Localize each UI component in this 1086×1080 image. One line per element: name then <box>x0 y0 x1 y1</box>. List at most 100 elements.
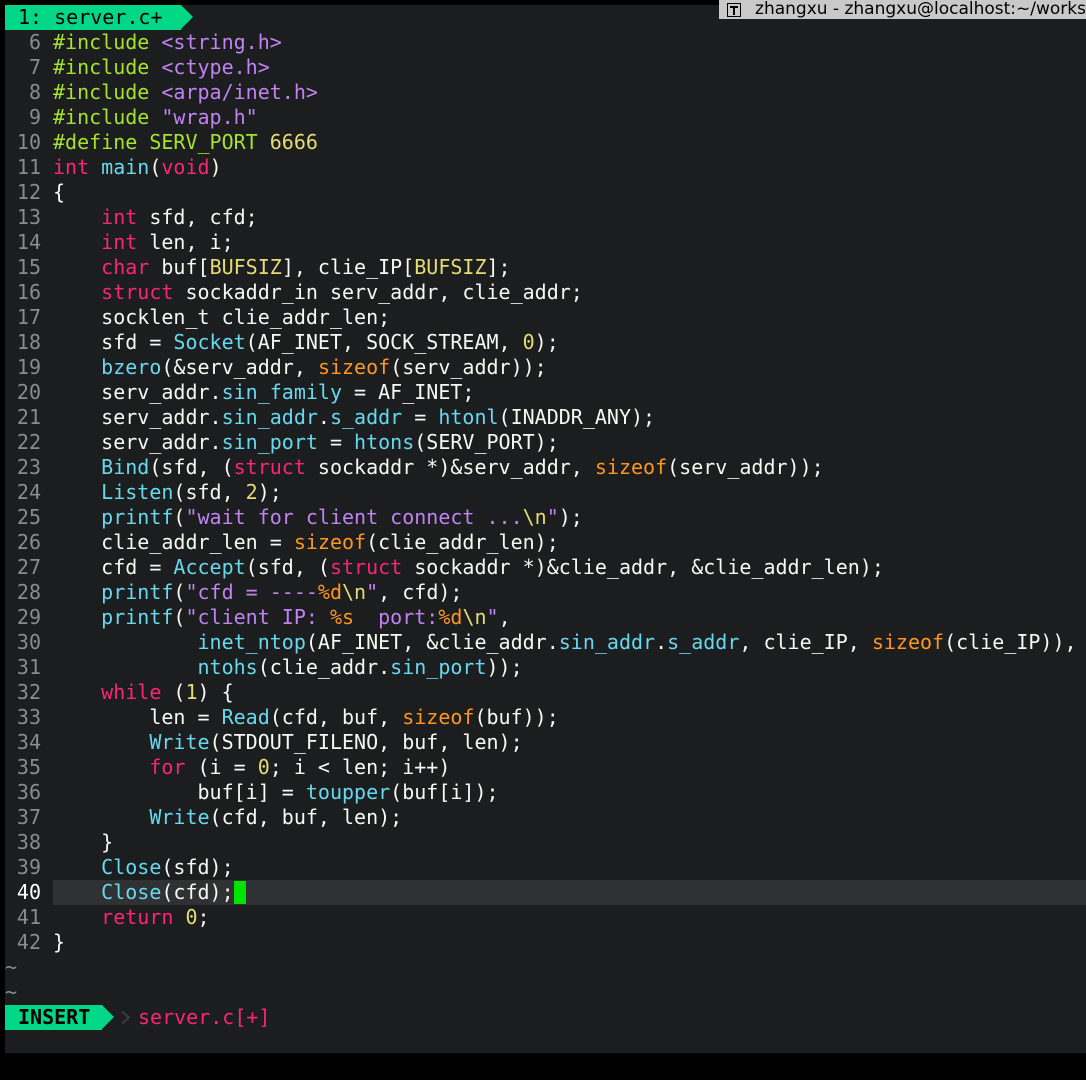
code-line[interactable]: 36 buf[i] = toupper(buf[i]); <box>5 780 1086 805</box>
code-line[interactable]: 19 bzero(&serv_addr, sizeof(serv_addr)); <box>5 355 1086 380</box>
code-text[interactable]: #include "wrap.h" <box>53 105 258 130</box>
code-text[interactable]: } <box>53 930 65 955</box>
code-line[interactable]: 24 Listen(sfd, 2); <box>5 480 1086 505</box>
code-text[interactable]: #include <string.h> <box>53 30 282 55</box>
code-text[interactable]: #include <arpa/inet.h> <box>53 80 318 105</box>
code-token: (sfd); <box>161 855 234 879</box>
code-token: , <box>498 605 511 629</box>
code-line[interactable]: 8 #include <arpa/inet.h> <box>5 80 1086 105</box>
code-text[interactable]: inet_ntop(AF_INET, &clie_addr.sin_addr.s… <box>53 630 1077 655</box>
code-line[interactable]: 12 { <box>5 180 1086 205</box>
code-line[interactable]: 17 socklen_t clie_addr_len; <box>5 305 1086 330</box>
code-text[interactable]: cfd = Accept(sfd, (struct sockaddr *)&cl… <box>53 555 884 580</box>
code-text[interactable]: int sfd, cfd; <box>53 205 258 230</box>
code-text[interactable]: ntohs(clie_addr.sin_port)); <box>53 655 523 680</box>
code-text[interactable]: Listen(sfd, 2); <box>53 480 282 505</box>
code-text[interactable]: char buf[BUFSIZ], clie_IP[BUFSIZ]; <box>53 255 511 280</box>
line-number: 13 <box>16 205 41 229</box>
code-line[interactable]: 21 serv_addr.sin_addr.s_addr = htonl(INA… <box>5 405 1086 430</box>
code-text[interactable]: for (i = 0; i < len; i++) <box>53 755 450 780</box>
code-token: ]; <box>486 255 511 279</box>
tab-arrow-icon <box>181 5 193 29</box>
code-text[interactable]: clie_addr_len = sizeof(clie_addr_len); <box>53 530 559 555</box>
code-line[interactable]: 35 for (i = 0; i < len; i++) <box>5 755 1086 780</box>
code-text[interactable]: int main(void) <box>53 155 222 180</box>
code-line[interactable]: 32 while (1) { <box>5 680 1086 705</box>
code-token: cfd = <box>53 555 174 579</box>
code-line[interactable]: 28 printf("cfd = ----%d\n", cfd); <box>5 580 1086 605</box>
code-line[interactable]: 30 inet_ntop(AF_INET, &clie_addr.sin_add… <box>5 630 1086 655</box>
code-line[interactable]: 38 } <box>5 830 1086 855</box>
code-line[interactable]: 41 return 0; <box>5 905 1086 930</box>
code-text[interactable]: printf("wait for client connect ...\n"); <box>53 505 583 530</box>
code-line[interactable]: 33 len = Read(cfd, buf, sizeof(buf)); <box>5 705 1086 730</box>
code-line[interactable]: 22 serv_addr.sin_port = htons(SERV_PORT)… <box>5 430 1086 455</box>
code-line[interactable]: 13 int sfd, cfd; <box>5 205 1086 230</box>
code-token: sizeof <box>402 705 475 729</box>
code-line[interactable]: 26 clie_addr_len = sizeof(clie_addr_len)… <box>5 530 1086 555</box>
line-number: 11 <box>16 155 41 179</box>
code-text[interactable]: Write(STDOUT_FILENO, buf, len); <box>53 730 522 755</box>
code-text[interactable]: printf("cfd = ----%d\n", cfd); <box>53 580 462 605</box>
window-title-bar[interactable]: zhangxu - zhangxu@localhost:~/works <box>719 0 1086 19</box>
code-line[interactable]: 23 Bind(sfd, (struct sockaddr *)&serv_ad… <box>5 455 1086 480</box>
code-line[interactable]: 20 serv_addr.sin_family = AF_INET; <box>5 380 1086 405</box>
code-text[interactable]: bzero(&serv_addr, sizeof(serv_addr)); <box>53 355 547 380</box>
code-text[interactable]: #define SERV_PORT 6666 <box>53 130 318 155</box>
separator-chevron-icon <box>121 1011 131 1024</box>
code-line[interactable]: 9 #include "wrap.h" <box>5 105 1086 130</box>
code-line[interactable]: 27 cfd = Accept(sfd, (struct sockaddr *)… <box>5 555 1086 580</box>
code-text[interactable]: socklen_t clie_addr_len; <box>53 305 390 330</box>
code-line[interactable]: 37 Write(cfd, buf, len); <box>5 805 1086 830</box>
code-text[interactable]: serv_addr.sin_port = htons(SERV_PORT); <box>53 430 559 455</box>
code-line[interactable]: 29 printf("client IP: %s port:%d\n", <box>5 605 1086 630</box>
code-line[interactable]: 31 ntohs(clie_addr.sin_port)); <box>5 655 1086 680</box>
code-text[interactable]: } <box>53 830 113 855</box>
code-token: int <box>101 230 138 254</box>
code-line[interactable]: 15 char buf[BUFSIZ], clie_IP[BUFSIZ]; <box>5 255 1086 280</box>
code-text[interactable]: sfd = Socket(AF_INET, SOCK_STREAM, 0); <box>53 330 559 355</box>
code-text[interactable]: Bind(sfd, (struct sockaddr *)&serv_addr,… <box>53 455 824 480</box>
pin-icon[interactable] <box>727 2 742 17</box>
code-text[interactable]: buf[i] = toupper(buf[i]); <box>53 780 499 805</box>
buffer-tab[interactable]: 1: server.c+ <box>5 5 181 30</box>
line-number: 6 <box>28 30 41 54</box>
code-token: Socket <box>173 330 246 354</box>
code-token: (buf[i]); <box>390 780 499 804</box>
code-text[interactable]: Write(cfd, buf, len); <box>53 805 402 830</box>
code-line[interactable]: 18 sfd = Socket(AF_INET, SOCK_STREAM, 0)… <box>5 330 1086 355</box>
code-line[interactable]: 25 printf("wait for client connect ...\n… <box>5 505 1086 530</box>
code-line[interactable]: 34 Write(STDOUT_FILENO, buf, len); <box>5 730 1086 755</box>
code-text[interactable]: int len, i; <box>53 230 233 255</box>
code-text[interactable]: Close(cfd); <box>53 880 246 905</box>
code-text[interactable]: printf("client IP: %s port:%d\n", <box>53 605 511 630</box>
code-text[interactable]: { <box>53 180 65 205</box>
code-line[interactable]: 39 Close(sfd); <box>5 855 1086 880</box>
code-line[interactable]: 14 int len, i; <box>5 230 1086 255</box>
code-text[interactable]: struct sockaddr_in serv_addr, clie_addr; <box>53 280 583 305</box>
code-token: "client IP: <box>185 605 330 629</box>
code-text[interactable]: serv_addr.sin_family = AF_INET; <box>53 380 474 405</box>
code-line[interactable]: 6 #include <string.h> <box>5 30 1086 55</box>
code-line[interactable]: 11 int main(void) <box>5 155 1086 180</box>
code-text[interactable]: serv_addr.sin_addr.s_addr = htonl(INADDR… <box>53 405 655 430</box>
code-line[interactable]: 10 #define SERV_PORT 6666 <box>5 130 1086 155</box>
code-text[interactable]: return 0; <box>53 905 209 930</box>
code-text[interactable]: len = Read(cfd, buf, sizeof(buf)); <box>53 705 558 730</box>
code-text[interactable]: while (1) { <box>53 680 233 705</box>
terminal-window[interactable]: 1: server.c+ 6 #include <string.h> 7 #inclu… <box>5 5 1086 1053</box>
code-line[interactable]: 40 Close(cfd); <box>5 880 1086 905</box>
code-area[interactable]: 6 #include <string.h> 7 #include <ctype.h> 8… <box>5 30 1086 1005</box>
code-line[interactable]: 7 #include <ctype.h> <box>5 55 1086 80</box>
code-text[interactable]: Close(sfd); <box>53 855 234 880</box>
code-token: (SERV_PORT); <box>414 430 559 454</box>
tilde-marker: ~ <box>5 955 18 979</box>
code-line[interactable]: 42} <box>5 930 1086 955</box>
code-line[interactable]: 16 struct sockaddr_in serv_addr, clie_ad… <box>5 280 1086 305</box>
code-text[interactable]: #include <ctype.h> <box>53 55 270 80</box>
